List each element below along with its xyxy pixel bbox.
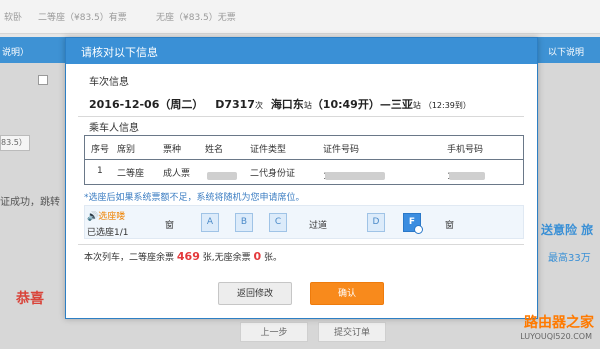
passenger-section-title: 乘车人信息 xyxy=(89,123,139,134)
from-suffix: 站 xyxy=(303,101,312,110)
bg-ticket-item: 软卧 xyxy=(4,13,23,23)
confirm-info-dialog: 请核对以下信息 车次信息 2016-12-06（周二） D7317次 海口东站（… xyxy=(65,37,538,319)
background-ticket-bar: 软卧 二等座（¥83.5）有票 无座（¥83.5）无票 xyxy=(0,0,600,34)
bg-success-text: 证成功，跳转 xyxy=(0,197,60,208)
cell-index: 1 xyxy=(97,166,103,176)
cell-ticket-type: 成人票 xyxy=(163,169,191,179)
bg-ticket-item: 无座（¥83.5）无票 xyxy=(156,13,236,23)
remain-prefix: 本次列车，二等座余票 xyxy=(84,253,175,263)
travel-date: 2016-12-06（周二） xyxy=(89,98,204,111)
masked-name xyxy=(207,172,237,180)
bg-insurance-ad2: 最高33万 xyxy=(548,253,591,264)
bg-congrats-text: 恭喜 xyxy=(16,291,44,307)
remain-mid: 张,无座余票 xyxy=(202,253,251,263)
remain-none-count: 0 xyxy=(253,250,262,263)
col-header: 姓名 xyxy=(205,145,224,155)
bg-header-text: 以下说明 xyxy=(548,48,585,58)
back-modify-button[interactable]: 返回修改 xyxy=(218,282,292,305)
to-station: 三亚 xyxy=(390,98,413,111)
prev-step-button[interactable]: 上一步 xyxy=(240,322,308,342)
seat-d[interactable]: D xyxy=(367,213,385,232)
seat-b[interactable]: B xyxy=(235,213,253,232)
bg-insurance-ad: 送意险 旅 xyxy=(541,223,594,237)
masked-phone xyxy=(449,172,485,180)
route-dash: — xyxy=(379,98,391,111)
table-header-row: 序号 席别 票种 姓名 证件类型 证件号码 手机号码 xyxy=(85,136,523,160)
divider xyxy=(78,244,524,245)
selected-count: 已选座1/1 xyxy=(87,228,129,238)
confirm-button[interactable]: 确认 xyxy=(310,282,384,305)
cell-seat-class: 二等座 xyxy=(117,169,145,179)
col-header: 证件号码 xyxy=(323,145,360,155)
col-header: 证件类型 xyxy=(250,145,287,155)
col-header: 序号 xyxy=(91,145,110,155)
masked-id xyxy=(325,172,385,180)
col-header: 席别 xyxy=(117,145,136,155)
remain-suffix: 张。 xyxy=(264,253,283,263)
watermark-logo: 路由器之家 xyxy=(524,315,594,331)
divider xyxy=(78,116,524,117)
train-number: D7317 xyxy=(215,98,255,111)
seat-a[interactable]: A xyxy=(201,213,219,232)
cell-id-type: 二代身份证 xyxy=(250,169,296,179)
dialog-title: 请核对以下信息 xyxy=(81,46,158,59)
col-header: 票种 xyxy=(163,145,182,155)
col-header: 手机号码 xyxy=(447,145,484,155)
submit-order-button[interactable]: 提交订单 xyxy=(318,322,386,342)
window-right-label: 窗 xyxy=(445,221,455,231)
to-suffix: 站 xyxy=(412,101,421,110)
train-section-title: 车次信息 xyxy=(89,77,129,88)
arrive-time: （12:39到） xyxy=(423,101,471,110)
select-seat-label: 🔊选座喽 xyxy=(87,209,125,222)
bg-header-text: 说明） xyxy=(2,48,30,58)
bg-checkbox xyxy=(38,75,48,85)
train-info-line: 2016-12-06（周二） D7317次 海口东站（10:49开）—三亚站 （1… xyxy=(89,96,471,112)
select-seat-text: 选座喽 xyxy=(98,212,126,222)
remain-count: 469 xyxy=(176,250,200,263)
bg-ticket-item: 二等座（¥83.5）有票 xyxy=(38,13,127,23)
train-suffix: 次 xyxy=(254,101,263,110)
seat-c[interactable]: C xyxy=(269,213,287,232)
seat-note: *选座后如果系统票额不足，系统将随机为您申请席位。 xyxy=(84,193,305,203)
aisle-label: 过道 xyxy=(309,221,328,231)
bg-price-select: 83.5） xyxy=(0,135,30,151)
seat-selector: 🔊选座喽 已选座1/1 窗 A B C 过道 D F 窗 xyxy=(84,205,524,239)
speaker-icon: 🔊 xyxy=(87,212,99,222)
remaining-tickets: 本次列车，二等座余票 469 张,无座余票 0 张。 xyxy=(84,250,282,263)
seat-f-selected[interactable]: F xyxy=(403,213,423,234)
table-row: 1 二等座 成人票 二代身份证 130 132 xyxy=(85,160,523,184)
watermark-url: LUYOUQI520.COM xyxy=(520,332,592,341)
passenger-table: 序号 席别 票种 姓名 证件类型 证件号码 手机号码 1 二等座 成人票 二代身… xyxy=(84,135,524,185)
window-left-label: 窗 xyxy=(165,221,175,231)
dialog-header: 请核对以下信息 xyxy=(66,38,537,64)
from-station: 海口东 xyxy=(270,98,304,111)
depart-time: （10:49开） xyxy=(311,98,380,111)
